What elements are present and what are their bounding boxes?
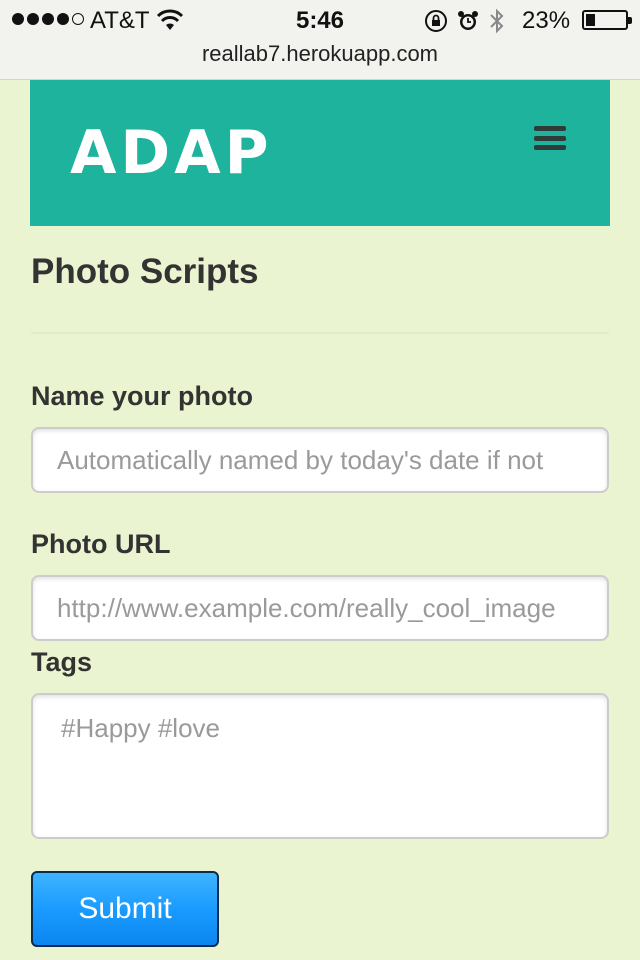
photo-url-label: Photo URL (31, 529, 171, 559)
tags-textarea[interactable] (31, 693, 609, 839)
battery-icon (582, 10, 632, 30)
divider (31, 332, 609, 334)
name-photo-label: Name your photo (31, 381, 254, 411)
battery-percent: 23% (522, 7, 571, 34)
submit-button[interactable]: Submit (31, 871, 219, 947)
url-text: reallab7.herokuapp.com (201, 41, 439, 66)
address-bar[interactable]: reallab7.herokuapp.com (0, 40, 640, 80)
bluetooth-icon (488, 8, 506, 39)
photo-url-input[interactable] (31, 575, 609, 641)
rotation-lock-icon (424, 9, 448, 38)
photo-name-input[interactable] (31, 427, 609, 493)
status-bar: AT&T 5:46 23% (0, 0, 640, 40)
battery-fill (586, 14, 595, 26)
site-logo[interactable]: ADAP (70, 118, 273, 188)
alarm-icon (456, 9, 480, 38)
page-title: Photo Scripts (31, 252, 259, 291)
site-header: ADAP (30, 80, 610, 226)
tags-label: Tags (31, 647, 93, 677)
hamburger-menu-icon[interactable] (534, 126, 566, 150)
